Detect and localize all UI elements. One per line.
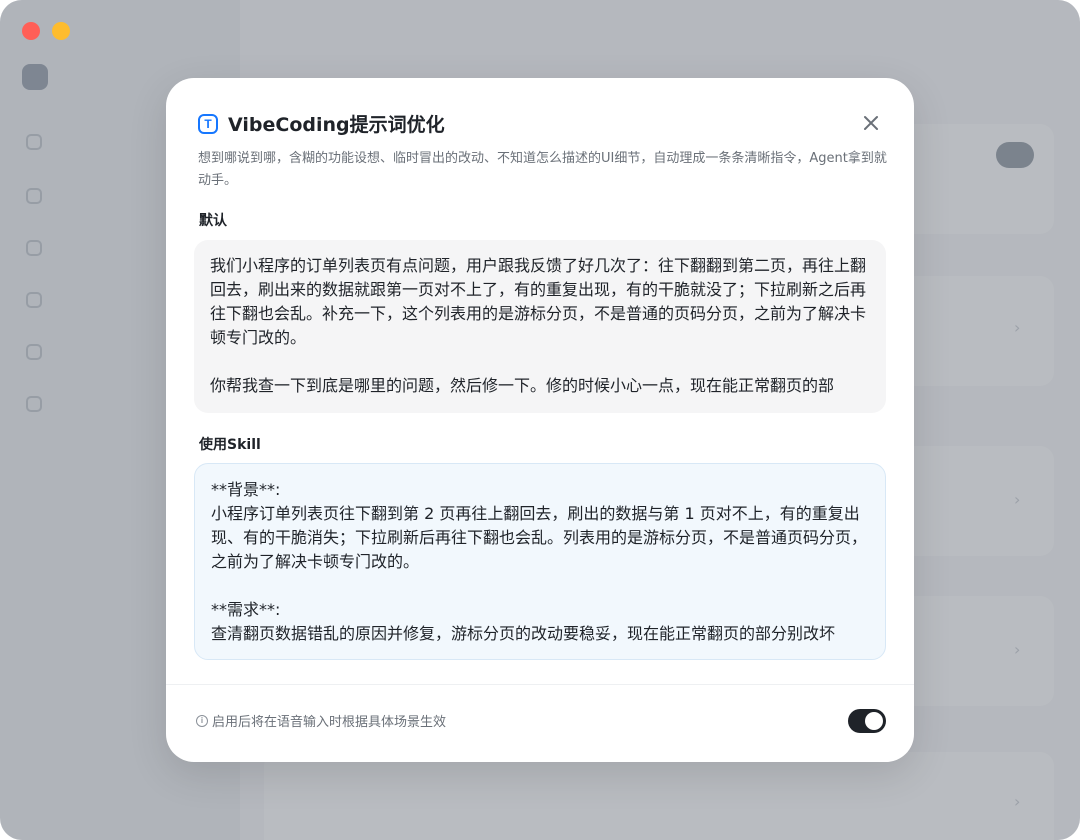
toggle-knob xyxy=(865,712,883,730)
prompt-optimization-modal: T VibeCoding提示词优化 想到哪说到哪，含糊的功能设想、临时冒出的改动… xyxy=(166,78,914,762)
close-icon xyxy=(864,116,878,130)
skill-prompt-box[interactable]: **背景**: 小程序订单列表页往下翻到第 2 页再往上翻回去，刷出的数据与第 … xyxy=(194,463,886,660)
modal-description: 想到哪说到哪，含糊的功能设想、临时冒出的改动、不知道怎么描述的UI细节，自动理成… xyxy=(198,151,887,188)
default-prompt-box[interactable]: 我们小程序的订单列表页有点问题，用户跟我反馈了好几次了：往下翻翻到第二页，再往上… xyxy=(194,240,886,413)
close-button[interactable] xyxy=(860,112,882,134)
info-icon: i xyxy=(196,714,208,727)
app-window: › › › › T VibeCoding提示词优化 想到哪说到哪，含糊的功能设想… xyxy=(0,0,1080,840)
skill-section-label: 使用Skill xyxy=(199,437,261,453)
default-section-label: 默认 xyxy=(199,213,227,229)
text-format-icon: T xyxy=(198,113,218,134)
enable-toggle[interactable] xyxy=(848,709,886,733)
footer-note-text: 启用后将在语音输入时根据具体场景生效 xyxy=(212,715,447,730)
minimize-window-button[interactable] xyxy=(52,22,70,40)
modal-title: VibeCoding提示词优化 xyxy=(228,114,445,136)
divider xyxy=(166,684,914,685)
footer-note: i 启用后将在语音输入时根据具体场景生效 xyxy=(196,711,446,730)
modal-header: T VibeCoding提示词优化 xyxy=(198,110,445,137)
window-controls xyxy=(22,22,70,40)
close-window-button[interactable] xyxy=(22,22,40,40)
